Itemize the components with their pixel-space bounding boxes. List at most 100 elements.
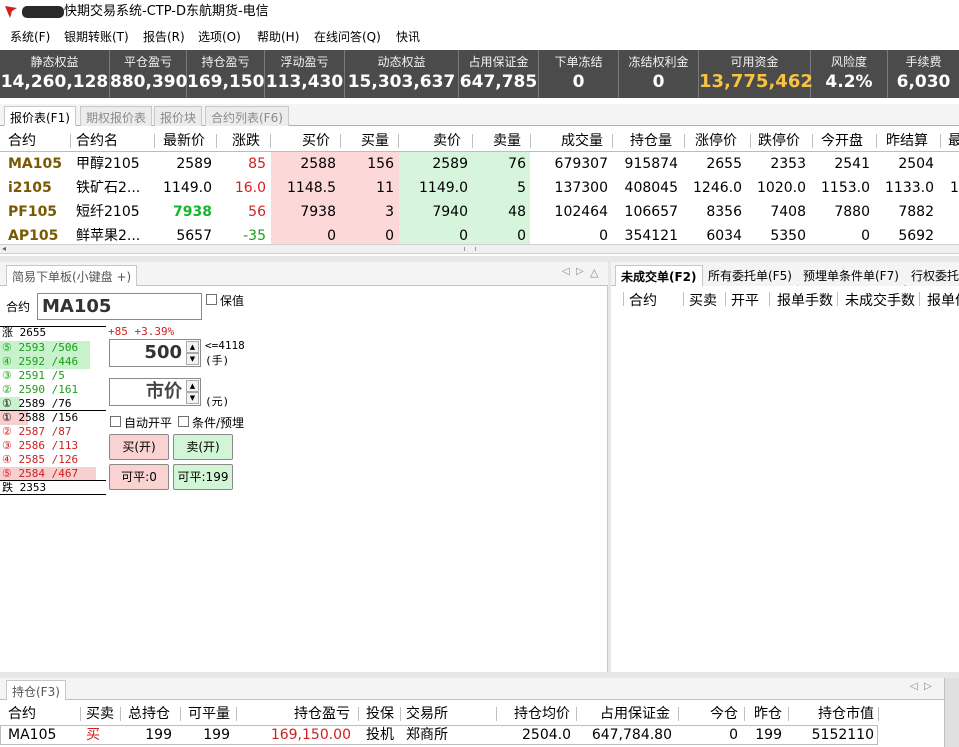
- col-change[interactable]: 涨跌: [232, 132, 260, 150]
- col-pre-settle[interactable]: 昨结算: [886, 132, 928, 150]
- tab-quote-block[interactable]: 报价块: [154, 106, 203, 126]
- quote-row[interactable]: MA105 甲醇2105 2589 85 2588 156 2589 76 67…: [0, 152, 959, 176]
- col-margin[interactable]: 占用保证金: [600, 705, 670, 723]
- ask-level-4[interactable]: ④ 2592 /446: [0, 355, 106, 369]
- col-limit-down[interactable]: 跌停价: [758, 132, 800, 150]
- close-sell-button[interactable]: 可平:199: [173, 464, 233, 490]
- prev-arrow-icon[interactable]: ◁: [910, 681, 918, 692]
- account-fee: 手续费 6,030: [896, 55, 951, 92]
- account-static-equity: 静态权益 14,260,128: [0, 50, 110, 98]
- quote-tab-bar: 报价表(F1) 期权报价表 报价块 合约列表(F6): [0, 104, 959, 126]
- limit-down-price: 跌 2353: [2, 481, 47, 494]
- hedge-checkbox[interactable]: [206, 294, 217, 305]
- col-ask[interactable]: 卖价: [433, 132, 461, 150]
- col-avg-price[interactable]: 持仓均价: [514, 705, 570, 723]
- title-bar: 快期交易系统-CTP-D东航期货-电信: [0, 0, 959, 24]
- col-today-pos[interactable]: 今仓: [710, 705, 738, 723]
- col-side[interactable]: 买卖: [86, 705, 114, 723]
- tab-all-orders[interactable]: 所有委托单(F5): [703, 265, 797, 286]
- tab-simple-order-board[interactable]: 简易下单板(小键盘 +): [6, 265, 138, 286]
- menu-bank-transfer[interactable]: 银期转账(T): [64, 29, 129, 45]
- col-market-value[interactable]: 持仓市值: [818, 705, 874, 723]
- auto-open-close-label: 自动开平: [124, 416, 173, 430]
- menu-news[interactable]: 快讯: [396, 29, 420, 45]
- ask-level-5[interactable]: ⑤ 2593 /506: [0, 341, 106, 355]
- col-order-qty[interactable]: 报单手数: [777, 290, 833, 310]
- col-open-close[interactable]: 开平: [731, 290, 759, 310]
- quote-row[interactable]: PF105 短纤2105 7938 56 7938 3 7940 48 1024…: [0, 200, 959, 224]
- account-order-frozen: 下单冻结 0: [539, 50, 619, 98]
- menu-options[interactable]: 选项(O): [198, 29, 241, 45]
- account-float-pnl: 浮动盈亏 113,430: [265, 50, 345, 98]
- next-arrow-icon[interactable]: ▷: [924, 681, 932, 692]
- col-open-interest[interactable]: 持仓量: [630, 132, 672, 150]
- menu-online-qa[interactable]: 在线问答(Q): [314, 29, 381, 45]
- col-open[interactable]: 今开盘: [821, 132, 863, 150]
- tab-contract-list[interactable]: 合约列表(F6): [205, 106, 289, 126]
- col-hedge[interactable]: 投保: [366, 705, 394, 723]
- close-buy-button[interactable]: 可平:0: [109, 464, 169, 490]
- tab-preset-orders[interactable]: 预埋单条件单(F7): [798, 265, 904, 286]
- tab-exercise-orders[interactable]: 行权委托: [906, 265, 959, 286]
- col-side[interactable]: 买卖: [689, 290, 717, 310]
- side-panel-edge: [944, 678, 959, 747]
- col-bid[interactable]: 买价: [302, 132, 330, 150]
- sell-open-button[interactable]: 卖(开): [173, 434, 233, 460]
- prev-arrow-icon[interactable]: ◁: [562, 266, 570, 277]
- positions-tab-bar: 持仓(F3) ◁ ▷: [0, 678, 944, 700]
- tab-quote-table[interactable]: 报价表(F1): [4, 106, 76, 126]
- col-contract[interactable]: 合约: [629, 290, 657, 310]
- tab-positions[interactable]: 持仓(F3): [6, 680, 66, 700]
- col-ask-vol[interactable]: 卖量: [493, 132, 521, 150]
- account-available-funds: 可用资金 13,775,462: [699, 50, 813, 98]
- bid-level-2[interactable]: ② 2587 /87: [0, 425, 106, 439]
- scroll-thumb-grip[interactable]: [464, 247, 476, 251]
- next-arrow-icon[interactable]: ▷: [576, 266, 584, 277]
- col-total-position[interactable]: 总持仓: [128, 705, 170, 723]
- redacted-mark: [22, 6, 64, 18]
- bid-level-4[interactable]: ④ 2585 /126: [0, 453, 106, 467]
- qty-down-icon[interactable]: ▼: [186, 353, 199, 365]
- col-name[interactable]: 合约名: [76, 132, 118, 150]
- bid-level-5[interactable]: ⑤ 2584 /467: [0, 467, 106, 481]
- tab-option-quotes[interactable]: 期权报价表: [80, 106, 153, 126]
- col-closable[interactable]: 可平量: [188, 705, 230, 723]
- buy-open-button[interactable]: 买(开): [109, 434, 169, 460]
- col-position-pnl[interactable]: 持仓盈亏: [294, 705, 350, 723]
- price-down-icon[interactable]: ▼: [186, 392, 199, 404]
- tab-unfilled-orders[interactable]: 未成交单(F2): [615, 265, 703, 286]
- col-unfilled-qty[interactable]: 未成交手数: [845, 290, 915, 310]
- quote-row[interactable]: AP105 鲜苹果2... 5657 -35 0 0 0 0 0 354121 …: [0, 224, 959, 244]
- price-up-icon[interactable]: ▲: [186, 380, 199, 392]
- col-contract[interactable]: 合约: [8, 705, 36, 723]
- contract-input[interactable]: MA105: [37, 293, 202, 320]
- bid-level-1[interactable]: ① 2588 /156: [0, 411, 106, 425]
- auto-open-close-checkbox[interactable]: [110, 416, 121, 427]
- col-last[interactable]: 最新价: [163, 132, 205, 150]
- col-yesterday-pos[interactable]: 昨仓: [754, 705, 782, 723]
- menu-report[interactable]: 报告(R): [143, 29, 185, 45]
- col-volume[interactable]: 成交量: [561, 132, 603, 150]
- quote-horizontal-scrollbar[interactable]: ◂: [0, 244, 959, 254]
- ask-level-3[interactable]: ③ 2591 /5: [0, 369, 106, 383]
- price-unit: (元): [205, 395, 230, 408]
- menu-help[interactable]: 帮助(H): [257, 29, 299, 45]
- conditional-order-checkbox[interactable]: [178, 416, 189, 427]
- ask-level-1[interactable]: ① 2589 /76: [0, 397, 106, 411]
- scroll-left-arrow-icon[interactable]: ◂: [2, 245, 6, 253]
- collapse-icon[interactable]: △: [590, 266, 598, 279]
- account-close-pnl: 平仓盈亏 880,390: [110, 50, 187, 98]
- ask-level-2[interactable]: ② 2590 /161: [0, 383, 106, 397]
- col-contract[interactable]: 合约: [8, 132, 36, 150]
- menu-system[interactable]: 系统(F): [10, 29, 50, 45]
- bid-level-3[interactable]: ③ 2586 /113: [0, 439, 106, 453]
- col-order-price[interactable]: 报单价: [927, 290, 959, 310]
- qty-up-icon[interactable]: ▲: [186, 341, 199, 353]
- col-limit-up[interactable]: 涨停价: [695, 132, 737, 150]
- order-panel-tab-bar: 简易下单板(小键盘 +) ◁ ▷ △: [0, 262, 608, 286]
- quote-row[interactable]: i2105 铁矿石2... 1149.0 16.0 1148.5 11 1149…: [0, 176, 959, 200]
- col-more[interactable]: 最: [948, 132, 959, 150]
- account-summary-bar: 静态权益 14,260,128 平仓盈亏 880,390 持仓盈亏 169,150 浮…: [0, 50, 959, 98]
- col-exchange[interactable]: 交易所: [406, 705, 448, 723]
- col-bid-vol[interactable]: 买量: [361, 132, 389, 150]
